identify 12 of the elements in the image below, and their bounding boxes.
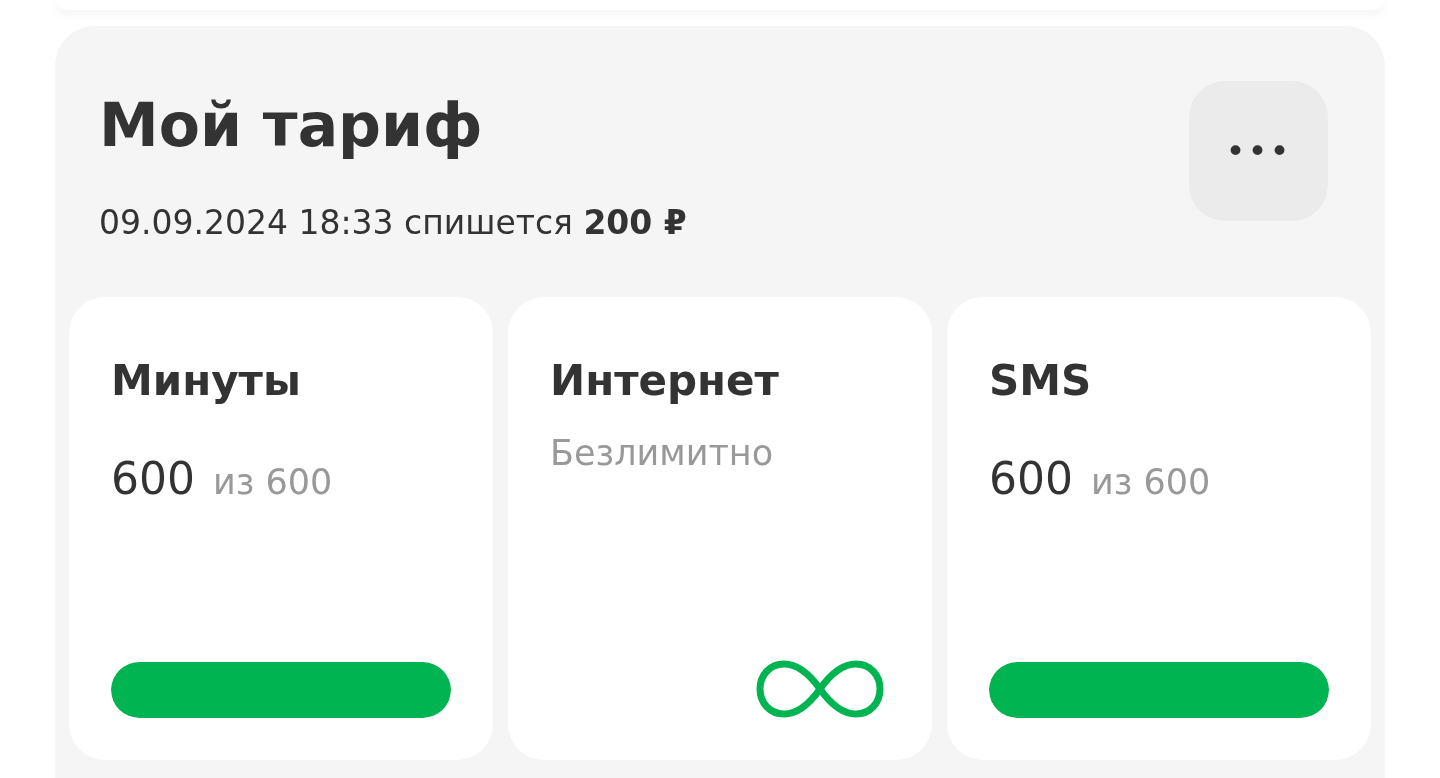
total-value: из 600 (213, 462, 333, 502)
charge-text: 09.09.2024 18:33 спишется 200 ₽ (99, 202, 687, 244)
more-button[interactable]: ••• (1189, 81, 1328, 221)
package-name: Минуты (111, 355, 302, 407)
remaining-value: 600 (111, 453, 195, 504)
total-value: из 600 (1091, 462, 1211, 502)
infinity-icon (756, 660, 884, 718)
tariff-title: Мой тариф (99, 89, 484, 162)
package-name: Интернет (550, 355, 780, 407)
package-name: SMS (989, 355, 1093, 407)
unlimited-text: Безлимитно (550, 433, 775, 473)
remaining-value: 600 (989, 453, 1073, 504)
